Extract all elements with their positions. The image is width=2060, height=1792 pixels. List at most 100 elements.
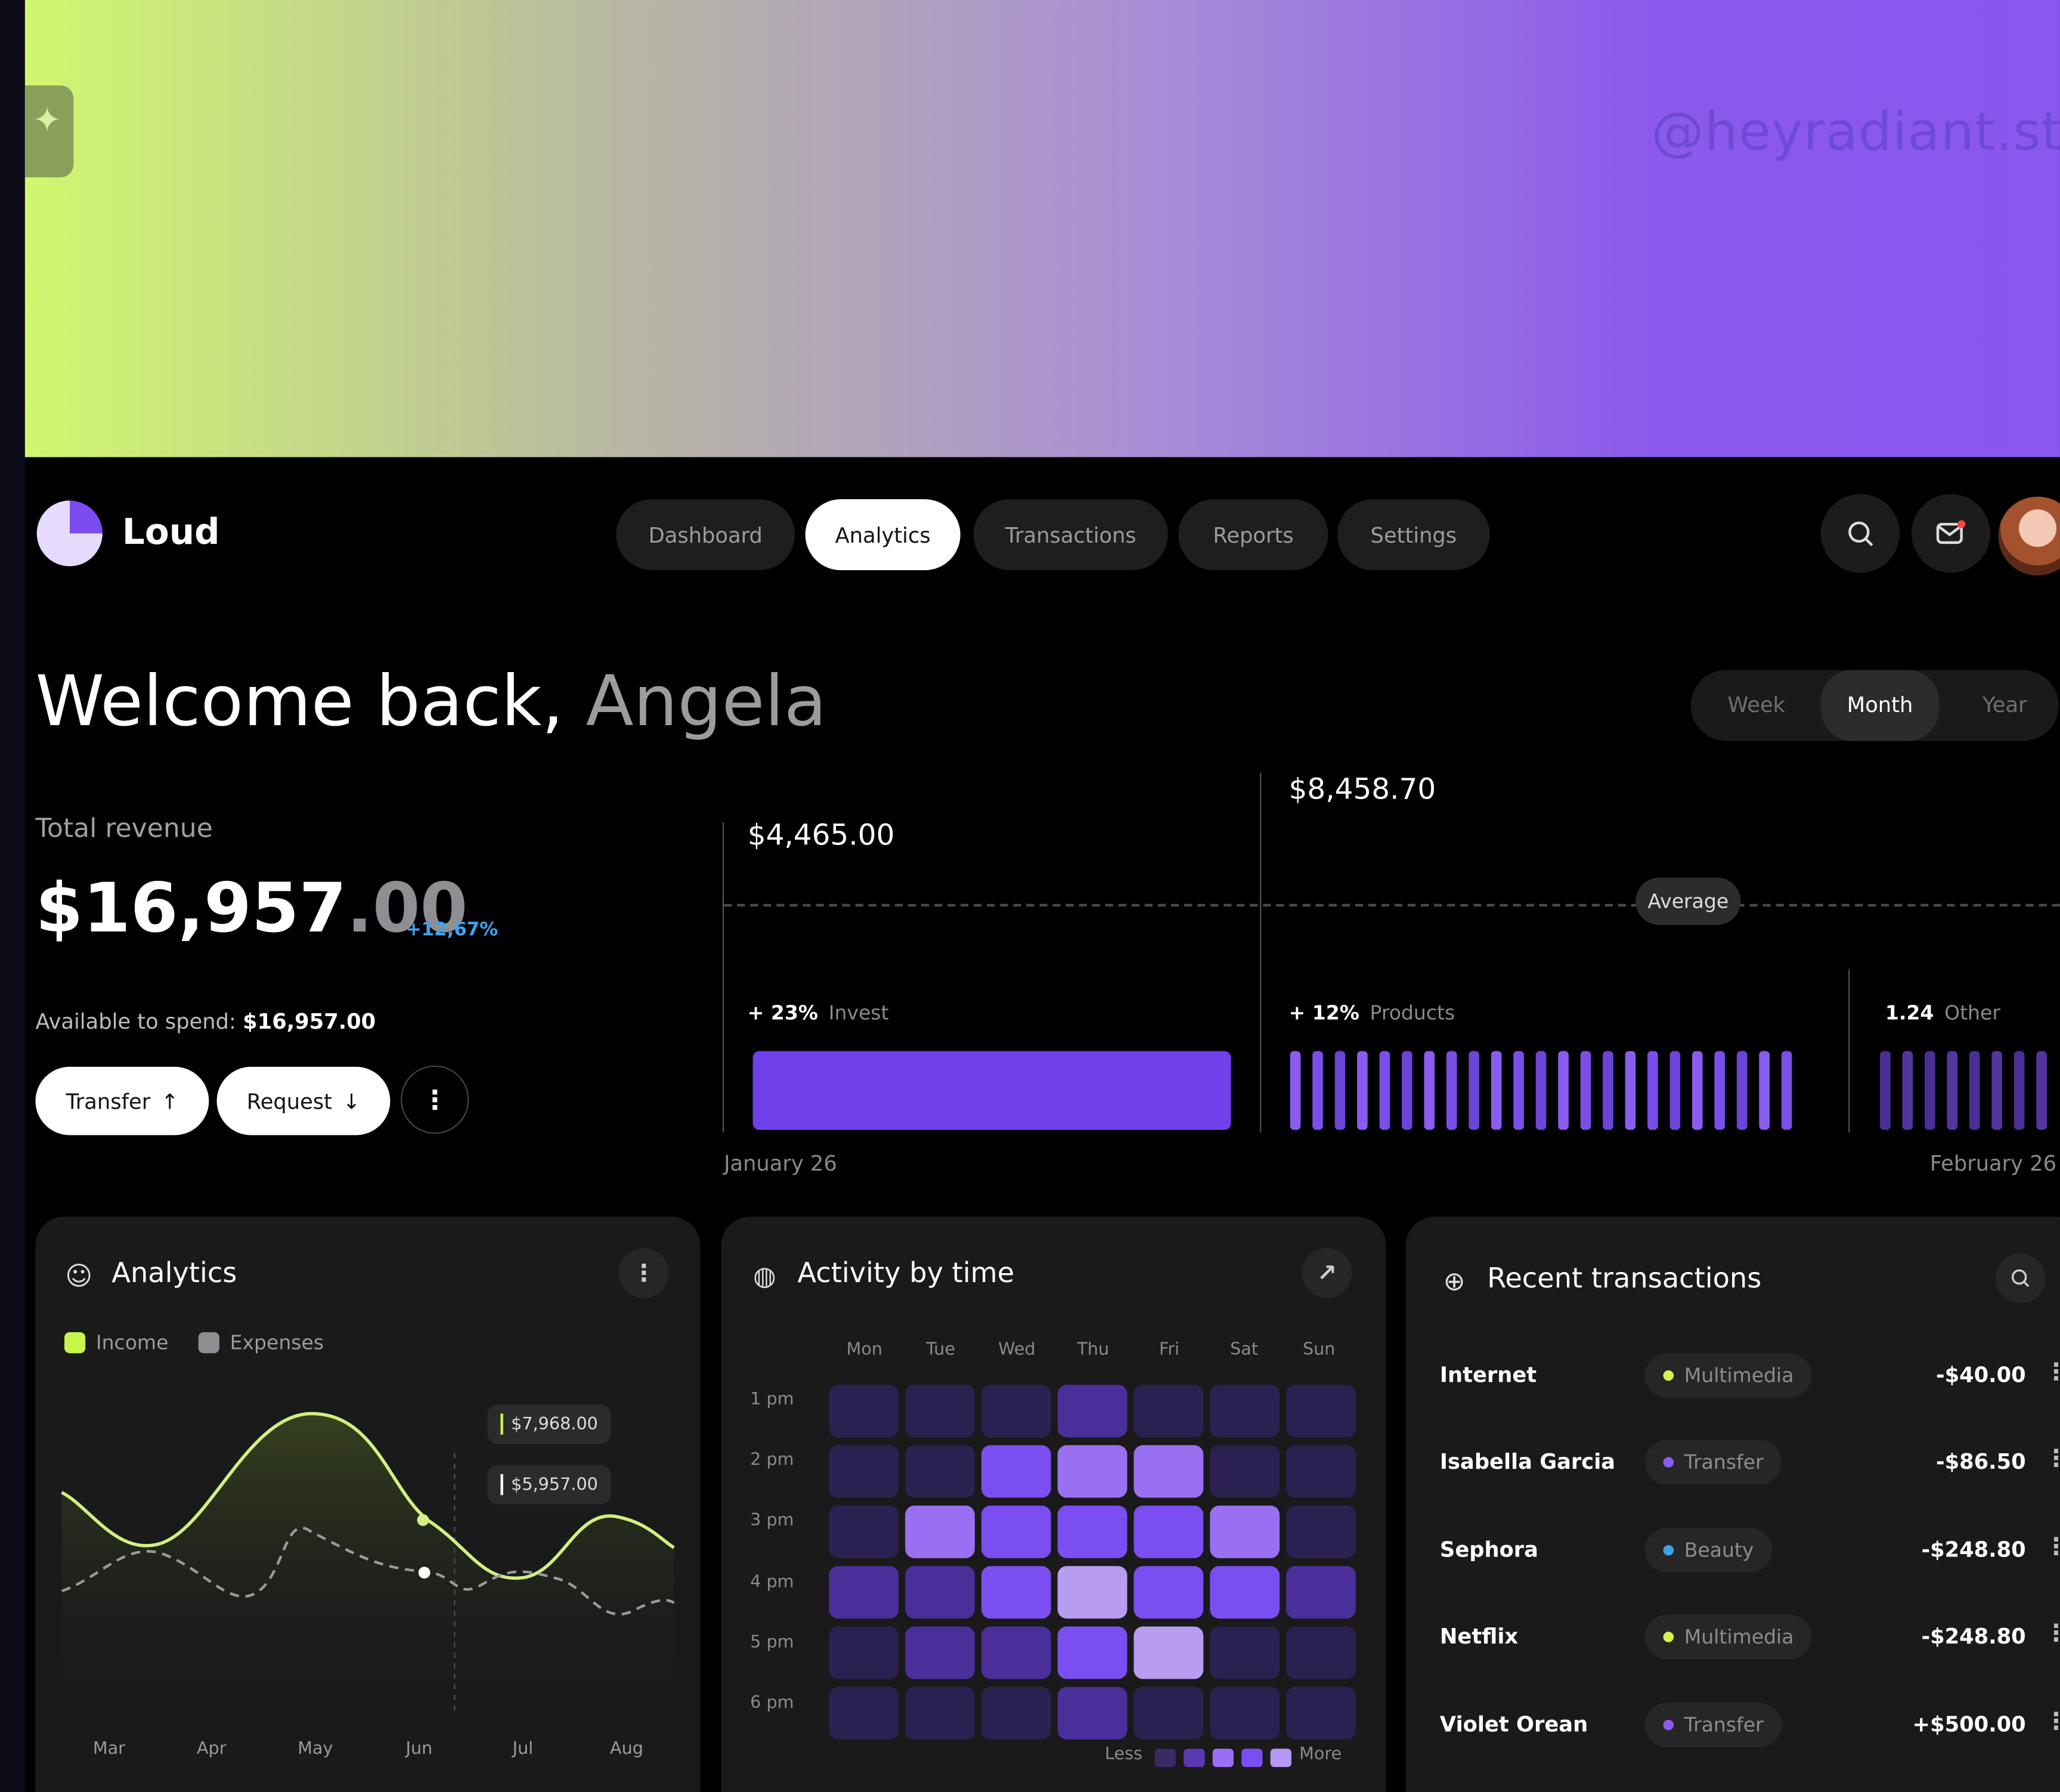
day-label: Wed <box>998 1340 1036 1360</box>
heatmap-cell[interactable] <box>1057 1626 1127 1679</box>
heatmap-cell[interactable] <box>1286 1566 1356 1619</box>
kebab-icon[interactable]: ⋮ <box>2044 1620 2059 1647</box>
heatmap-cell[interactable] <box>1057 1566 1127 1619</box>
heatmap-cell[interactable] <box>1133 1445 1204 1498</box>
more-actions-button[interactable]: ⋮ <box>401 1065 469 1134</box>
heatmap-cell[interactable] <box>829 1385 899 1438</box>
stripe-bar <box>1669 1051 1681 1130</box>
tx-category[interactable]: Multimedia <box>1644 1353 1813 1398</box>
heatmap-cell[interactable] <box>1133 1385 1204 1438</box>
heatmap-cell[interactable] <box>1210 1505 1280 1558</box>
available-to-spend: Available to spend: $16,957.00 <box>35 1009 376 1034</box>
heatmap-cell[interactable] <box>829 1686 899 1740</box>
heatmap-cell[interactable] <box>829 1566 899 1619</box>
heatmap-cell[interactable] <box>1057 1445 1127 1498</box>
period-month[interactable]: Month <box>1820 670 1940 741</box>
heatmap-cell[interactable] <box>905 1626 975 1679</box>
kebab-icon[interactable]: ⋮ <box>2044 1445 2059 1472</box>
heatmap-cell[interactable] <box>1133 1566 1204 1619</box>
tx-category[interactable]: Transfer <box>1644 1440 1782 1485</box>
request-button[interactable]: Request ↓ <box>216 1066 391 1135</box>
heatmap-cell[interactable] <box>1133 1686 1204 1740</box>
tab-settings[interactable]: Settings <box>1337 499 1490 571</box>
products-name: Products <box>1370 1001 1455 1025</box>
tx-amount: -$248.80 <box>1921 1537 2026 1562</box>
heatmap-cell[interactable] <box>981 1566 1051 1619</box>
tx-category-label: Beauty <box>1684 1538 1754 1562</box>
month-label: Mar <box>92 1739 125 1759</box>
expand-button[interactable]: ↗ <box>1302 1248 1352 1298</box>
divider <box>1260 772 1262 1133</box>
scale-swatch <box>1241 1748 1263 1768</box>
mail-button[interactable] <box>1911 494 1991 573</box>
heatmap-cell[interactable] <box>981 1385 1051 1438</box>
tx-category[interactable]: Beauty <box>1644 1528 1773 1573</box>
products-value: $8,458.70 <box>1288 773 1436 807</box>
heatmap-cell[interactable] <box>981 1686 1051 1740</box>
greeting: Welcome back, <box>35 662 564 742</box>
search-icon <box>1848 521 1873 546</box>
heatmap-cell[interactable] <box>829 1505 899 1558</box>
scale-swatch <box>1270 1748 1291 1768</box>
avatar[interactable] <box>1998 496 2060 575</box>
tab-dashboard[interactable]: Dashboard <box>616 499 795 571</box>
heatmap-cell[interactable] <box>1286 1505 1356 1558</box>
heatmap-cell[interactable] <box>1057 1686 1127 1740</box>
heatmap-cell[interactable] <box>981 1505 1051 1558</box>
user-name: Angela <box>586 662 827 742</box>
income-tooltip: $7,968.00 <box>487 1404 611 1444</box>
end-date: February 26 <box>1929 1150 2057 1176</box>
month-label: May <box>298 1739 333 1759</box>
heatmap-cell[interactable] <box>1057 1385 1127 1438</box>
stripe-bar <box>1312 1051 1323 1130</box>
heatmap-cell[interactable] <box>1210 1385 1280 1438</box>
heatmap-cell[interactable] <box>905 1566 975 1619</box>
heatmap-cell[interactable] <box>1210 1626 1280 1679</box>
kebab-icon[interactable]: ⋮ <box>2044 1708 2059 1735</box>
heatmap-cell[interactable] <box>1057 1505 1127 1558</box>
heatmap-cell[interactable] <box>1286 1445 1356 1498</box>
heatmap-cell[interactable] <box>905 1445 975 1498</box>
kebab-icon[interactable]: ⋮ <box>2044 1358 2059 1386</box>
brand-name[interactable]: Loud <box>122 512 220 553</box>
stripe-bar <box>1759 1051 1770 1130</box>
tab-analytics[interactable]: Analytics <box>805 499 961 571</box>
tab-reports[interactable]: Reports <box>1178 499 1328 571</box>
tx-category-label: Multimedia <box>1684 1363 1794 1388</box>
kebab-icon[interactable]: ⋮ <box>2044 1533 2059 1561</box>
heatmap-cell[interactable] <box>981 1445 1051 1498</box>
heatmap-cell[interactable] <box>1133 1505 1204 1558</box>
heatmap-cell[interactable] <box>1286 1385 1356 1438</box>
heatmap-cell[interactable] <box>905 1385 975 1438</box>
arrow-up-right-icon: ↗ <box>1316 1259 1337 1287</box>
expenses-tooltip: $5,957.00 <box>487 1465 611 1505</box>
heatmap-cell[interactable] <box>905 1686 975 1740</box>
search-button[interactable] <box>1820 494 1900 573</box>
period-week[interactable]: Week <box>1727 670 1785 741</box>
heatmap-cell[interactable] <box>1133 1626 1204 1679</box>
heatmap-cell[interactable] <box>981 1626 1051 1679</box>
hour-label: 6 pm <box>750 1693 794 1713</box>
scale-swatch <box>1184 1748 1205 1768</box>
heatmap-cell[interactable] <box>1210 1445 1280 1498</box>
day-label: Sun <box>1302 1340 1336 1360</box>
heatmap-cell[interactable] <box>1210 1566 1280 1619</box>
heatmap-cell[interactable] <box>829 1626 899 1679</box>
tx-category[interactable]: Transfer <box>1644 1703 1782 1748</box>
stripe-bar <box>2013 1051 2025 1130</box>
tx-name: Sephora <box>1439 1537 1538 1562</box>
transfer-button[interactable]: Transfer ↑ <box>35 1066 209 1135</box>
transactions-search-button[interactable] <box>1995 1253 2046 1304</box>
tx-category[interactable]: Multimedia <box>1644 1614 1813 1660</box>
heatmap-cell[interactable] <box>1286 1686 1356 1740</box>
brand-logo[interactable] <box>36 500 103 567</box>
heatmap-cell[interactable] <box>829 1445 899 1498</box>
heatmap-cell[interactable] <box>1210 1686 1280 1740</box>
category-dot <box>1663 1457 1674 1468</box>
period-year[interactable]: Year <box>1982 670 2027 741</box>
tab-transactions[interactable]: Transactions <box>973 499 1168 571</box>
heatmap-cell[interactable] <box>1286 1626 1356 1679</box>
activity-title: Activity by time <box>797 1257 1015 1289</box>
heatmap-cell[interactable] <box>905 1505 975 1558</box>
stripe-bar <box>1969 1051 1980 1130</box>
